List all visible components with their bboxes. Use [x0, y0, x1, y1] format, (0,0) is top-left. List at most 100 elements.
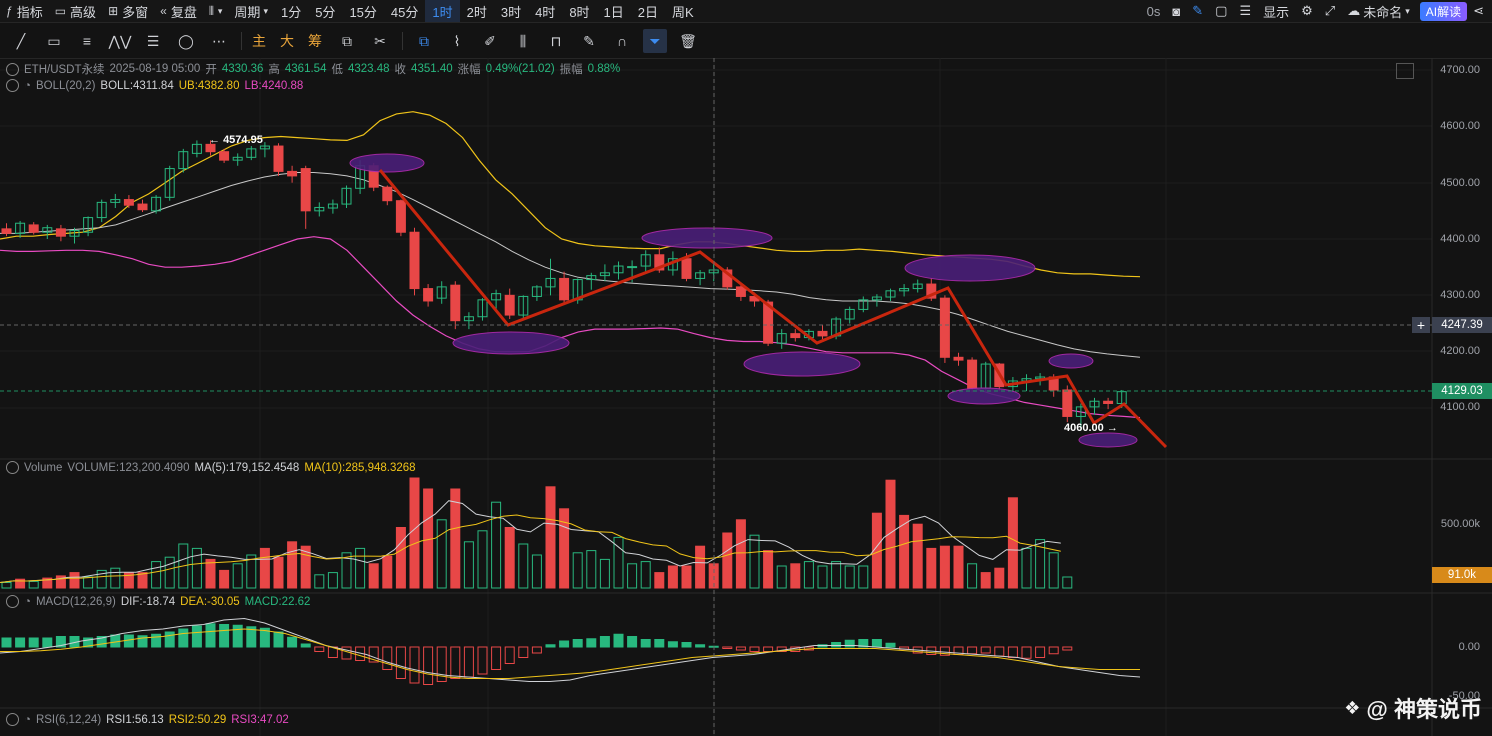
edit-icon[interactable]: ✎: [577, 29, 601, 53]
ruler-icon[interactable]: ⌇: [445, 29, 469, 53]
add-alert-icon[interactable]: +: [1412, 317, 1430, 333]
macd-histogram-bar: [191, 625, 202, 648]
fibonacci-icon[interactable]: ☰: [141, 29, 165, 53]
indicators-button[interactable]: ƒ 指标: [0, 0, 49, 22]
macd-histogram-bar: [735, 646, 746, 651]
camera-icon[interactable]: ◙: [1166, 0, 1186, 22]
parallel-lines-icon[interactable]: ≡: [75, 29, 99, 53]
more-icon[interactable]: ⋯: [207, 29, 231, 53]
tab-timeframe[interactable]: 3时: [494, 0, 528, 22]
bell-icon[interactable]: ◔: [24, 596, 31, 608]
lock-icon[interactable]: ⊓: [544, 29, 568, 53]
tab-timeframe[interactable]: 周K: [665, 0, 701, 22]
trash-icon[interactable]: 🗑: [676, 29, 700, 53]
macd-histogram-bar: [450, 646, 461, 679]
tab-timeframe[interactable]: 15分: [342, 0, 383, 22]
filter-icon[interactable]: ⏷: [643, 29, 667, 53]
highlight-ellipse: [452, 331, 570, 355]
volume-bar: [409, 477, 420, 589]
macd-histogram-bar: [722, 646, 733, 649]
volume-bar: [1007, 497, 1018, 589]
price-chart[interactable]: [0, 58, 1492, 736]
macd-histogram-bar: [423, 646, 434, 685]
top-menu-bar: ƒ 指标 ▭ 高级 ⊞ 多窗 «复盘 ⫴ ▾ 周期 ▾ 1分 5分 15分 45分 1时 2时 3时 4…: [0, 0, 1492, 23]
eye-icon[interactable]: [6, 62, 19, 76]
datetime-label: 2025-08-19 05:00: [109, 63, 201, 75]
tab-timeframe[interactable]: 8时: [562, 0, 596, 22]
tab-timeframe[interactable]: 45分: [384, 0, 425, 22]
layout-save-button[interactable]: ☁ 未命名 ▾: [1341, 0, 1416, 22]
boll-legend: ◔ BOLL(20,2) BOLL:4311.84 UB:4382.80 LB:…: [6, 79, 303, 92]
candle-compare-icon[interactable]: ⫼: [511, 29, 535, 53]
bell-icon[interactable]: ◔: [24, 80, 31, 92]
volume-bar: [817, 565, 828, 589]
settings-list-icon[interactable]: ☰: [1233, 0, 1257, 22]
macd-histogram-bar: [654, 639, 665, 648]
tab-timeframe[interactable]: 4时: [528, 0, 562, 22]
magnet-icon[interactable]: ∩: [610, 29, 634, 53]
comment-icon[interactable]: ▢: [1209, 0, 1233, 22]
timeframe-tabs: 1分 5分 15分 45分 1时 2时 3时 4时 8时 1日 2日 周K: [274, 0, 701, 22]
macd-histogram-bar: [681, 642, 692, 648]
formula-icon[interactable]: ⧉: [335, 29, 359, 53]
wave-icon[interactable]: ⋀⋁: [108, 29, 132, 53]
brush-icon[interactable]: ✐: [478, 29, 502, 53]
tab-timeframe[interactable]: 1分: [274, 0, 308, 22]
period-dropdown[interactable]: 周期 ▾: [228, 0, 274, 22]
share-icon[interactable]: ⋖: [1471, 0, 1492, 22]
macd-histogram-bar: [994, 646, 1005, 657]
bell-icon[interactable]: ◔: [24, 714, 31, 726]
volume-bar: [640, 561, 651, 589]
pencil-icon[interactable]: ✎: [1186, 0, 1209, 22]
eye-icon[interactable]: [6, 79, 19, 92]
multi-window-button[interactable]: ⊞ 多窗: [102, 0, 154, 22]
macd-histogram-bar: [28, 637, 39, 648]
ai-interpret-button[interactable]: AI解读: [1419, 1, 1468, 21]
rectangle-icon[interactable]: ▭: [42, 29, 66, 53]
tab-timeframe[interactable]: 2时: [460, 0, 494, 22]
tab-timeframe[interactable]: 5分: [308, 0, 342, 22]
main-force-button[interactable]: 主: [248, 29, 270, 53]
volume-bar: [667, 565, 678, 589]
candle-body: [1, 228, 12, 234]
expand-icon[interactable]: [1396, 63, 1414, 79]
chart-type-button[interactable]: ⫴ ▾: [203, 0, 229, 22]
macd-histogram-bar: [110, 634, 121, 648]
macd-histogram-bar: [967, 646, 978, 655]
eye-icon[interactable]: [6, 461, 19, 474]
macd-histogram-bar: [1035, 646, 1046, 658]
volume-bar: [191, 547, 202, 589]
highlight-ellipse: [904, 254, 1036, 282]
advanced-button[interactable]: ▭ 高级: [49, 0, 102, 22]
replay-button[interactable]: «复盘: [154, 0, 203, 22]
macd-histogram-bar: [613, 633, 624, 648]
tab-timeframe[interactable]: 1日: [597, 0, 631, 22]
macd-histogram-bar: [314, 646, 325, 652]
eye-icon[interactable]: [6, 595, 19, 608]
gear-icon[interactable]: ⚙: [1295, 0, 1319, 22]
monitor-icon: ▭: [54, 4, 67, 18]
chips-button[interactable]: 筹: [304, 29, 326, 53]
measure-icon[interactable]: ✂: [368, 29, 392, 53]
ellipse-icon[interactable]: ◯: [174, 29, 198, 53]
open-value: 4330.36: [221, 63, 264, 75]
volume-bar: [287, 541, 298, 589]
trendline-icon[interactable]: ╱: [9, 29, 33, 53]
big-order-button[interactable]: 大: [276, 29, 298, 53]
volume-bar: [844, 565, 855, 589]
symbol-label: ETH/USDT永续: [24, 64, 105, 76]
fullscreen-icon[interactable]: ⤢: [1319, 0, 1341, 22]
tab-timeframe[interactable]: 1时: [425, 0, 460, 22]
candle-body: [123, 199, 134, 206]
eye-icon[interactable]: [6, 713, 19, 726]
volume-bar: [137, 572, 148, 589]
volume-bar: [1048, 552, 1059, 589]
volume-bar: [572, 552, 583, 589]
change-value: 0.49%(21.02): [485, 63, 555, 75]
display-button[interactable]: 显示: [1257, 0, 1295, 22]
tab-timeframe[interactable]: 2日: [631, 0, 665, 22]
chevron-down-icon: ▾: [263, 5, 268, 16]
macd-histogram-bar: [1062, 646, 1073, 651]
candle-body: [382, 186, 393, 202]
copy-icon[interactable]: ⧉: [412, 29, 436, 53]
